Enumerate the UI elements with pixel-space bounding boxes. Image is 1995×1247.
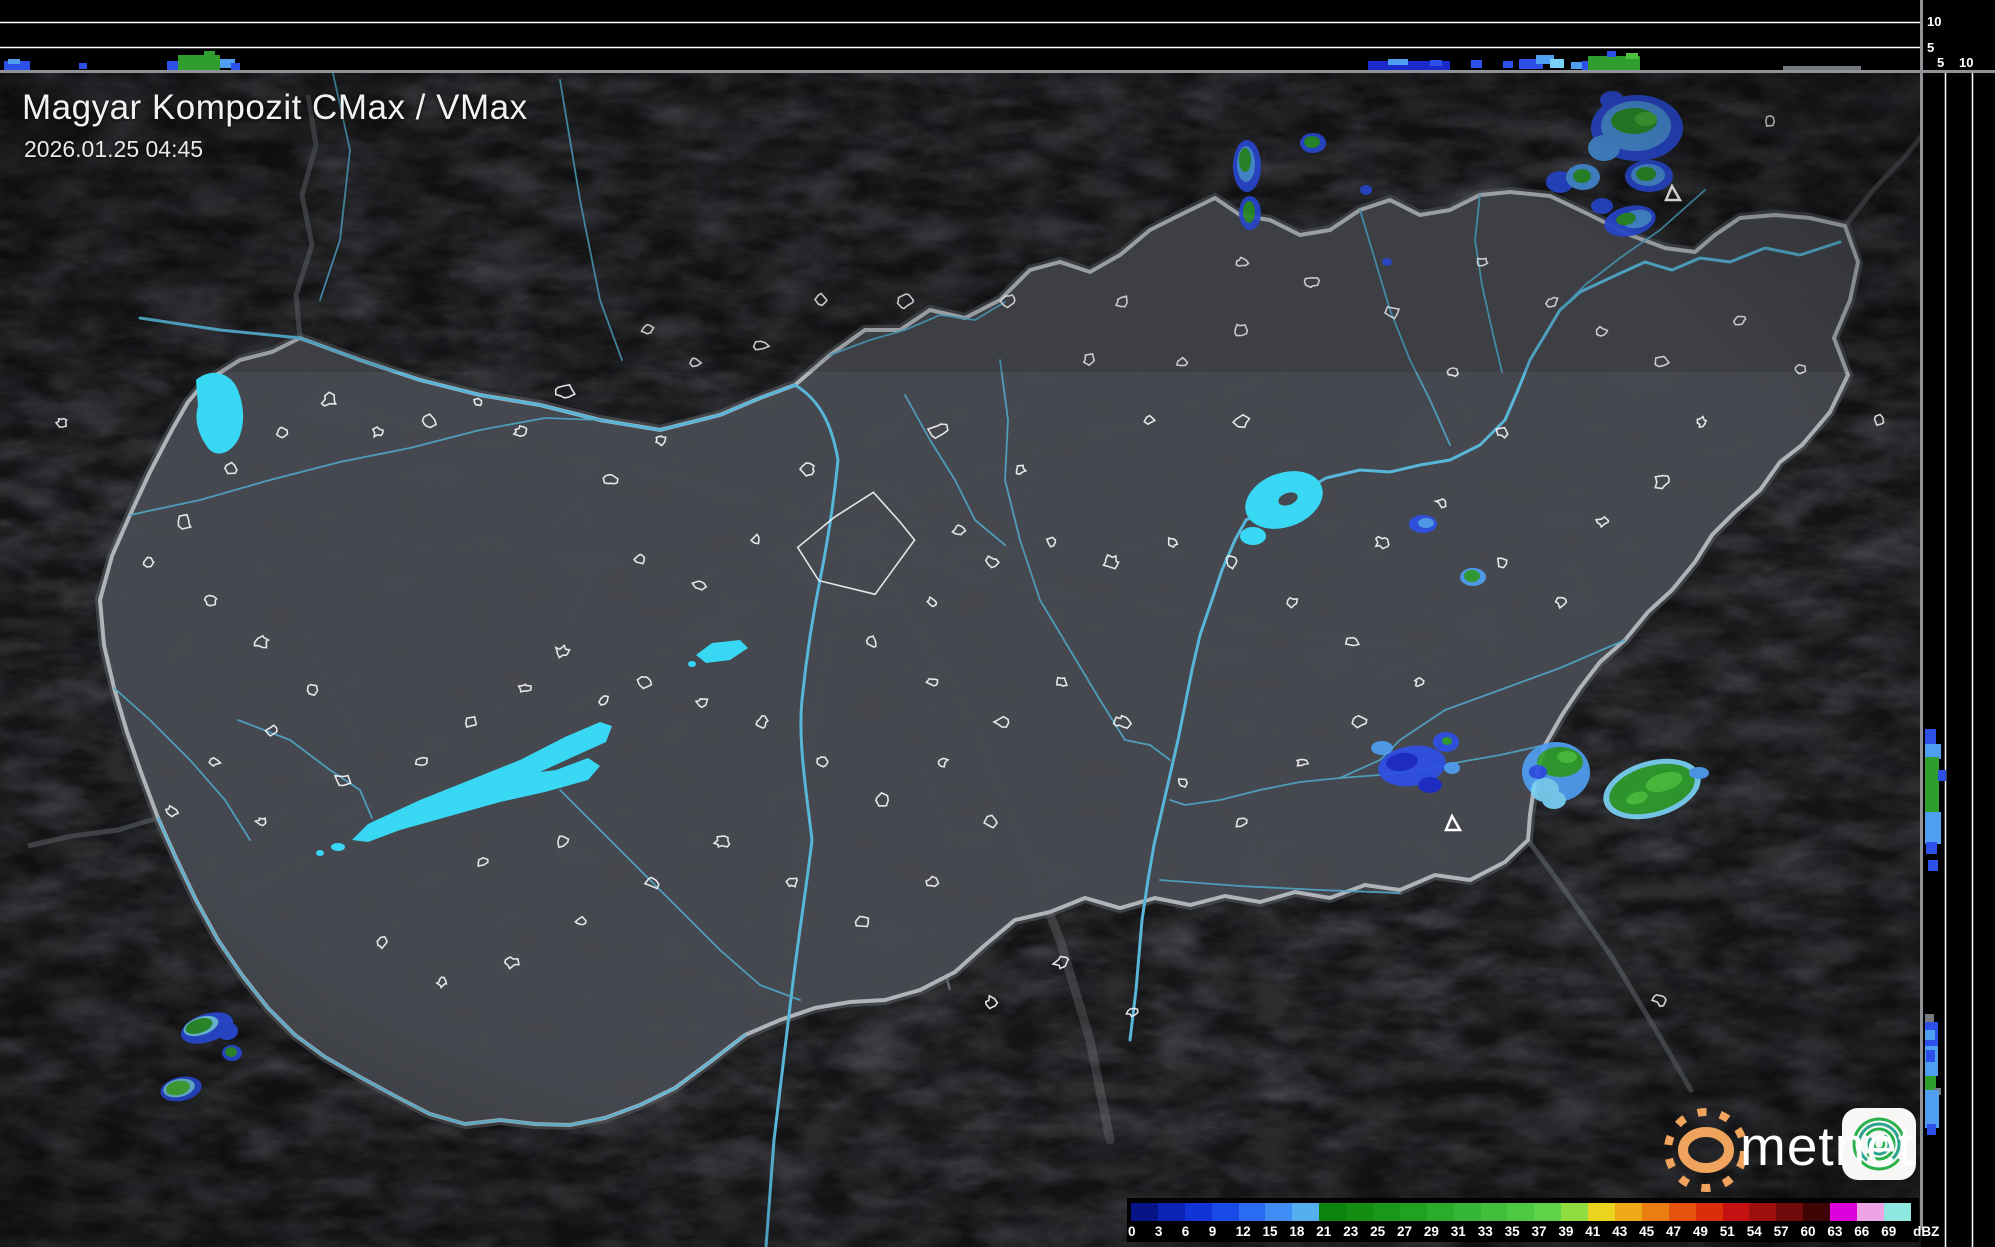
legend-swatch — [1803, 1203, 1831, 1221]
cross-section-echo — [1607, 51, 1616, 57]
legend-tick: 9 — [1208, 1224, 1217, 1239]
legend-swatch — [1292, 1203, 1320, 1221]
metnet-logo: metnet — [1662, 1098, 1962, 1190]
legend-swatch — [1346, 1203, 1374, 1221]
top-panel-axis-label-5: 5 — [1927, 40, 1935, 55]
legend-swatch — [1238, 1203, 1266, 1221]
legend-swatch — [1184, 1203, 1212, 1221]
legend-tick: 49 — [1692, 1224, 1708, 1239]
legend-swatch — [1749, 1203, 1777, 1221]
legend-swatch — [1561, 1203, 1589, 1221]
dbz-legend-bar — [1131, 1203, 1911, 1221]
cross-section-echo — [1938, 770, 1946, 781]
cross-section-echo — [1926, 1050, 1935, 1062]
cross-section-echo — [1471, 60, 1482, 68]
legend-tick: 37 — [1531, 1224, 1547, 1239]
vignette — [0, 72, 1921, 1247]
cross-section-echo — [1928, 860, 1938, 871]
legend-tick: 35 — [1504, 1224, 1520, 1239]
cross-section-echo — [1925, 1030, 1935, 1040]
legend-swatch — [1480, 1203, 1508, 1221]
cross-section-echo — [1925, 812, 1941, 844]
legend-tick: 23 — [1343, 1224, 1359, 1239]
cross-section-echo — [79, 63, 87, 69]
legend-tick: 39 — [1558, 1224, 1574, 1239]
legend-swatch — [1534, 1203, 1562, 1221]
dbz-legend-ticks: 0 3 6 9 12 15 18 21 23 25 27 29 31 33 35 37 39 41 43 45 47 49… — [1128, 1224, 1951, 1240]
cross-section-echo — [1388, 59, 1408, 65]
radar-map — [0, 0, 1995, 1247]
legend-tick: 0 — [1128, 1224, 1136, 1239]
legend-swatch — [1426, 1203, 1454, 1221]
legend-tick: 43 — [1612, 1224, 1628, 1239]
legend-swatch — [1211, 1203, 1239, 1221]
legend-swatch — [1319, 1203, 1347, 1221]
legend-swatch — [1668, 1203, 1696, 1221]
legend-tick: 69 — [1881, 1224, 1897, 1239]
legend-swatch — [1507, 1203, 1535, 1221]
legend-tick: 51 — [1719, 1224, 1735, 1239]
legend-tick: 27 — [1397, 1224, 1413, 1239]
legend-tick: 31 — [1450, 1224, 1466, 1239]
legend-swatch — [1588, 1203, 1616, 1221]
legend-tick: 3 — [1154, 1224, 1163, 1239]
legend-tick: 15 — [1262, 1224, 1278, 1239]
metnet-logo-text: metnet — [1740, 1115, 1915, 1177]
legend-tick: 66 — [1854, 1224, 1870, 1239]
legend-tick: 57 — [1773, 1224, 1789, 1239]
legend-swatch — [1695, 1203, 1723, 1221]
cross-section-echo — [1550, 59, 1564, 68]
cross-section-echo — [204, 51, 215, 58]
legend-swatch — [1776, 1203, 1804, 1221]
radar-composite-screen: Magyar Kompozit CMax / VMax 2026.01.25 0… — [0, 0, 1995, 1247]
legend-swatch — [1641, 1203, 1669, 1221]
top-panel-axis-label-10: 10 — [1927, 14, 1942, 29]
legend-swatch — [1615, 1203, 1642, 1221]
legend-tick: 12 — [1235, 1224, 1251, 1239]
legend-swatch — [1131, 1203, 1158, 1221]
legend-swatch — [1373, 1203, 1400, 1221]
timestamp: 2026.01.25 04:45 — [24, 136, 204, 162]
legend-unit-label: dBZ — [1913, 1224, 1940, 1239]
legend-swatch — [1830, 1203, 1858, 1221]
map-area — [0, 72, 1921, 1247]
legend-tick: 60 — [1800, 1224, 1816, 1239]
right-panel-axis-label-5: 5 — [1937, 55, 1945, 70]
legend-tick: 47 — [1666, 1224, 1682, 1239]
legend-tick: 18 — [1289, 1224, 1305, 1239]
legend-swatch — [1399, 1203, 1427, 1221]
cross-section-echo — [1626, 53, 1638, 59]
cross-section-echo — [1430, 60, 1442, 66]
top-cross-section-panel — [0, 0, 1995, 70]
legend-tick: 33 — [1477, 1224, 1493, 1239]
legend-tick: 29 — [1423, 1224, 1439, 1239]
legend-tick: 21 — [1316, 1224, 1332, 1239]
cross-section-echo — [1503, 61, 1513, 68]
legend-swatch — [1157, 1203, 1185, 1221]
right-panel-axis-label-10: 10 — [1959, 55, 1974, 70]
legend-tick: 41 — [1585, 1224, 1601, 1239]
page-title: Magyar Kompozit CMax / VMax — [22, 88, 528, 127]
legend-swatch — [1857, 1203, 1884, 1221]
cross-section-echo — [1926, 842, 1937, 854]
cross-section-echo — [231, 63, 240, 70]
cross-section-echo — [1925, 757, 1939, 815]
legend-tick: 54 — [1746, 1224, 1762, 1239]
legend-swatch — [1883, 1203, 1911, 1221]
cross-section-echo — [1925, 744, 1941, 759]
cross-section-echo — [1925, 729, 1936, 745]
legend-tick: 6 — [1181, 1224, 1190, 1239]
legend-swatch — [1722, 1203, 1750, 1221]
legend-tick: 45 — [1639, 1224, 1655, 1239]
legend-swatch — [1265, 1203, 1293, 1221]
legend-tick: 63 — [1827, 1224, 1843, 1239]
legend-tick: 25 — [1370, 1224, 1386, 1239]
cross-section-echo — [8, 59, 20, 64]
legend-swatch — [1453, 1203, 1481, 1221]
